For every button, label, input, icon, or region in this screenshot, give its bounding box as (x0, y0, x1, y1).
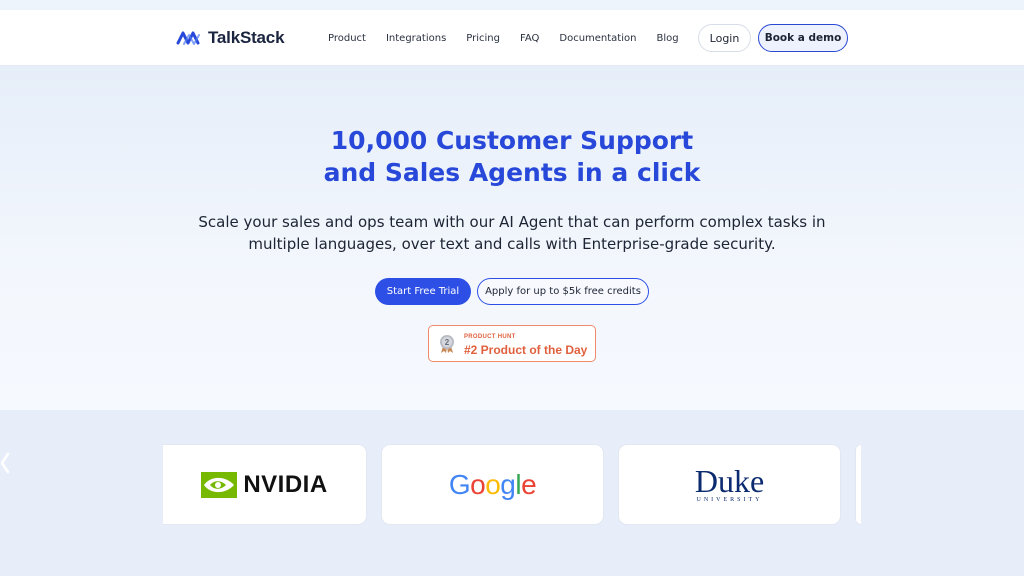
duke-subtitle: UNIVERSITY (696, 497, 763, 503)
talkstack-logo-icon (176, 31, 200, 45)
hero-title-line-1: 10,000 Customer Support (330, 126, 694, 155)
login-button[interactable]: Login (698, 24, 751, 52)
hero-subtitle: Scale your sales and ops team with our A… (0, 211, 1024, 255)
hero-subtitle-line-1: Scale your sales and ops team with our A… (198, 213, 826, 231)
product-hunt-badge[interactable]: 2 PRODUCT HUNT #2 Product of the Day (428, 325, 596, 362)
google-letter: e (521, 468, 537, 500)
duke-wordmark: Duke (694, 463, 765, 499)
main-nav: Product Integrations Pricing FAQ Documen… (318, 10, 689, 66)
nvidia-wordmark: NVIDIA (243, 470, 328, 498)
nvidia-logo: NVIDIA (201, 471, 327, 499)
top-strip (0, 0, 1024, 10)
talkstack-logo[interactable]: TalkStack (176, 28, 285, 48)
logo-card-nvidia: NVIDIA (163, 444, 367, 525)
google-letter: G (448, 468, 471, 500)
google-letter: o (485, 468, 501, 500)
start-free-trial-button[interactable]: Start Free Trial (375, 278, 471, 305)
logo-card-partial (855, 444, 861, 525)
apply-credits-button[interactable]: Apply for up to $5k free credits (477, 278, 649, 305)
google-letter: o (470, 468, 486, 500)
nav-integrations[interactable]: Integrations (386, 33, 446, 44)
nav-pricing[interactable]: Pricing (466, 33, 500, 44)
chevron-left-icon[interactable] (0, 452, 12, 474)
hero-title-line-2: and Sales Agents in a click (323, 158, 701, 187)
logo-card-duke: Duke UNIVERSITY (618, 444, 841, 525)
product-hunt-label: PRODUCT HUNT (464, 334, 516, 340)
book-demo-button[interactable]: Book a demo (758, 24, 848, 52)
duke-logo: Duke UNIVERSITY (694, 463, 765, 503)
hero-title: 10,000 Customer Support and Sales Agents… (0, 125, 1024, 189)
nav-documentation[interactable]: Documentation (559, 33, 636, 44)
nav-faq[interactable]: FAQ (520, 33, 539, 44)
google-logo: Google (448, 468, 537, 501)
nav-product[interactable]: Product (328, 33, 366, 44)
hero-subtitle-line-2: multiple languages, over text and calls … (248, 235, 776, 253)
site-header: TalkStack Product Integrations Pricing F… (0, 10, 1024, 66)
google-letter: g (500, 468, 516, 500)
medal-number: 2 (445, 338, 450, 347)
logo-card-google: Google (381, 444, 604, 525)
medal-icon: 2 (440, 335, 454, 353)
product-hunt-rank: #2 Product of the Day (464, 343, 588, 357)
logo-text: TalkStack (208, 28, 285, 47)
nvidia-eye-icon (201, 471, 238, 498)
nav-blog[interactable]: Blog (656, 33, 678, 44)
